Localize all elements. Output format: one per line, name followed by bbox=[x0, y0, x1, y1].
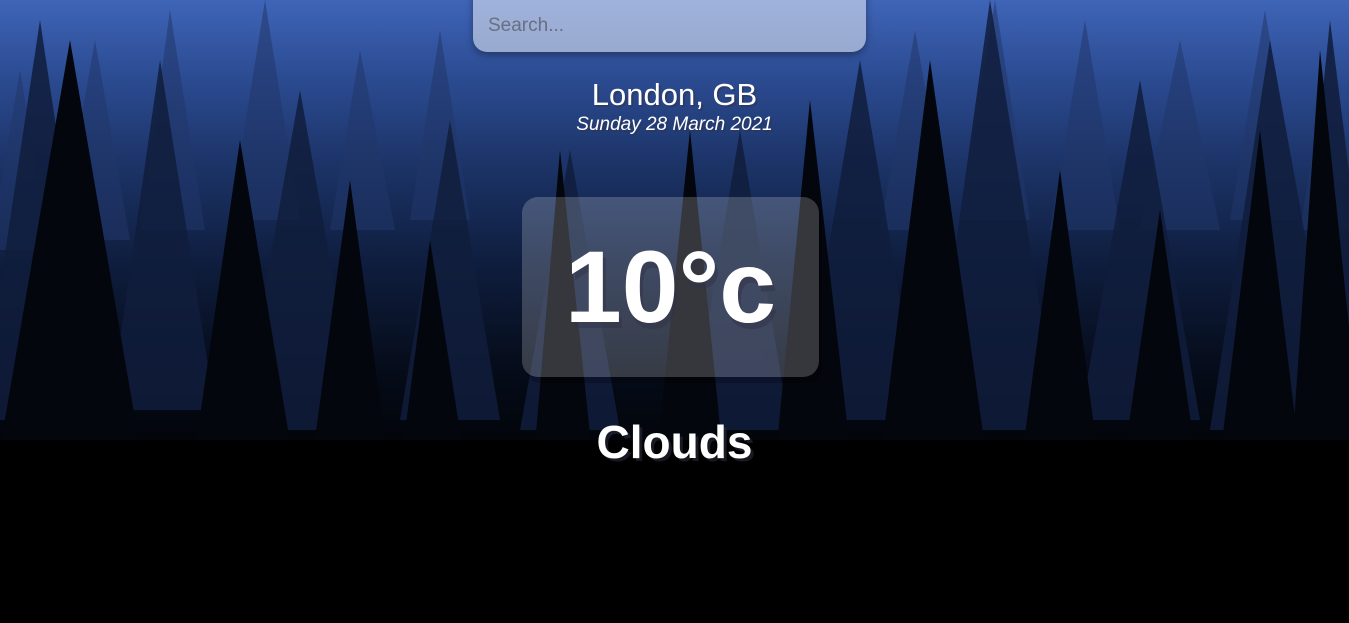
current-date: Sunday 28 March 2021 bbox=[576, 114, 773, 135]
search-input[interactable] bbox=[473, 0, 866, 52]
location-name: London, GB bbox=[591, 77, 758, 112]
weather-condition: Clouds bbox=[596, 416, 753, 468]
weather-app: London, GB Sunday 28 March 2021 10°c Clo… bbox=[0, 0, 1349, 623]
temperature-value: 10°c bbox=[565, 230, 776, 344]
search-box bbox=[473, 0, 866, 52]
temperature-card: 10°c bbox=[522, 197, 819, 377]
